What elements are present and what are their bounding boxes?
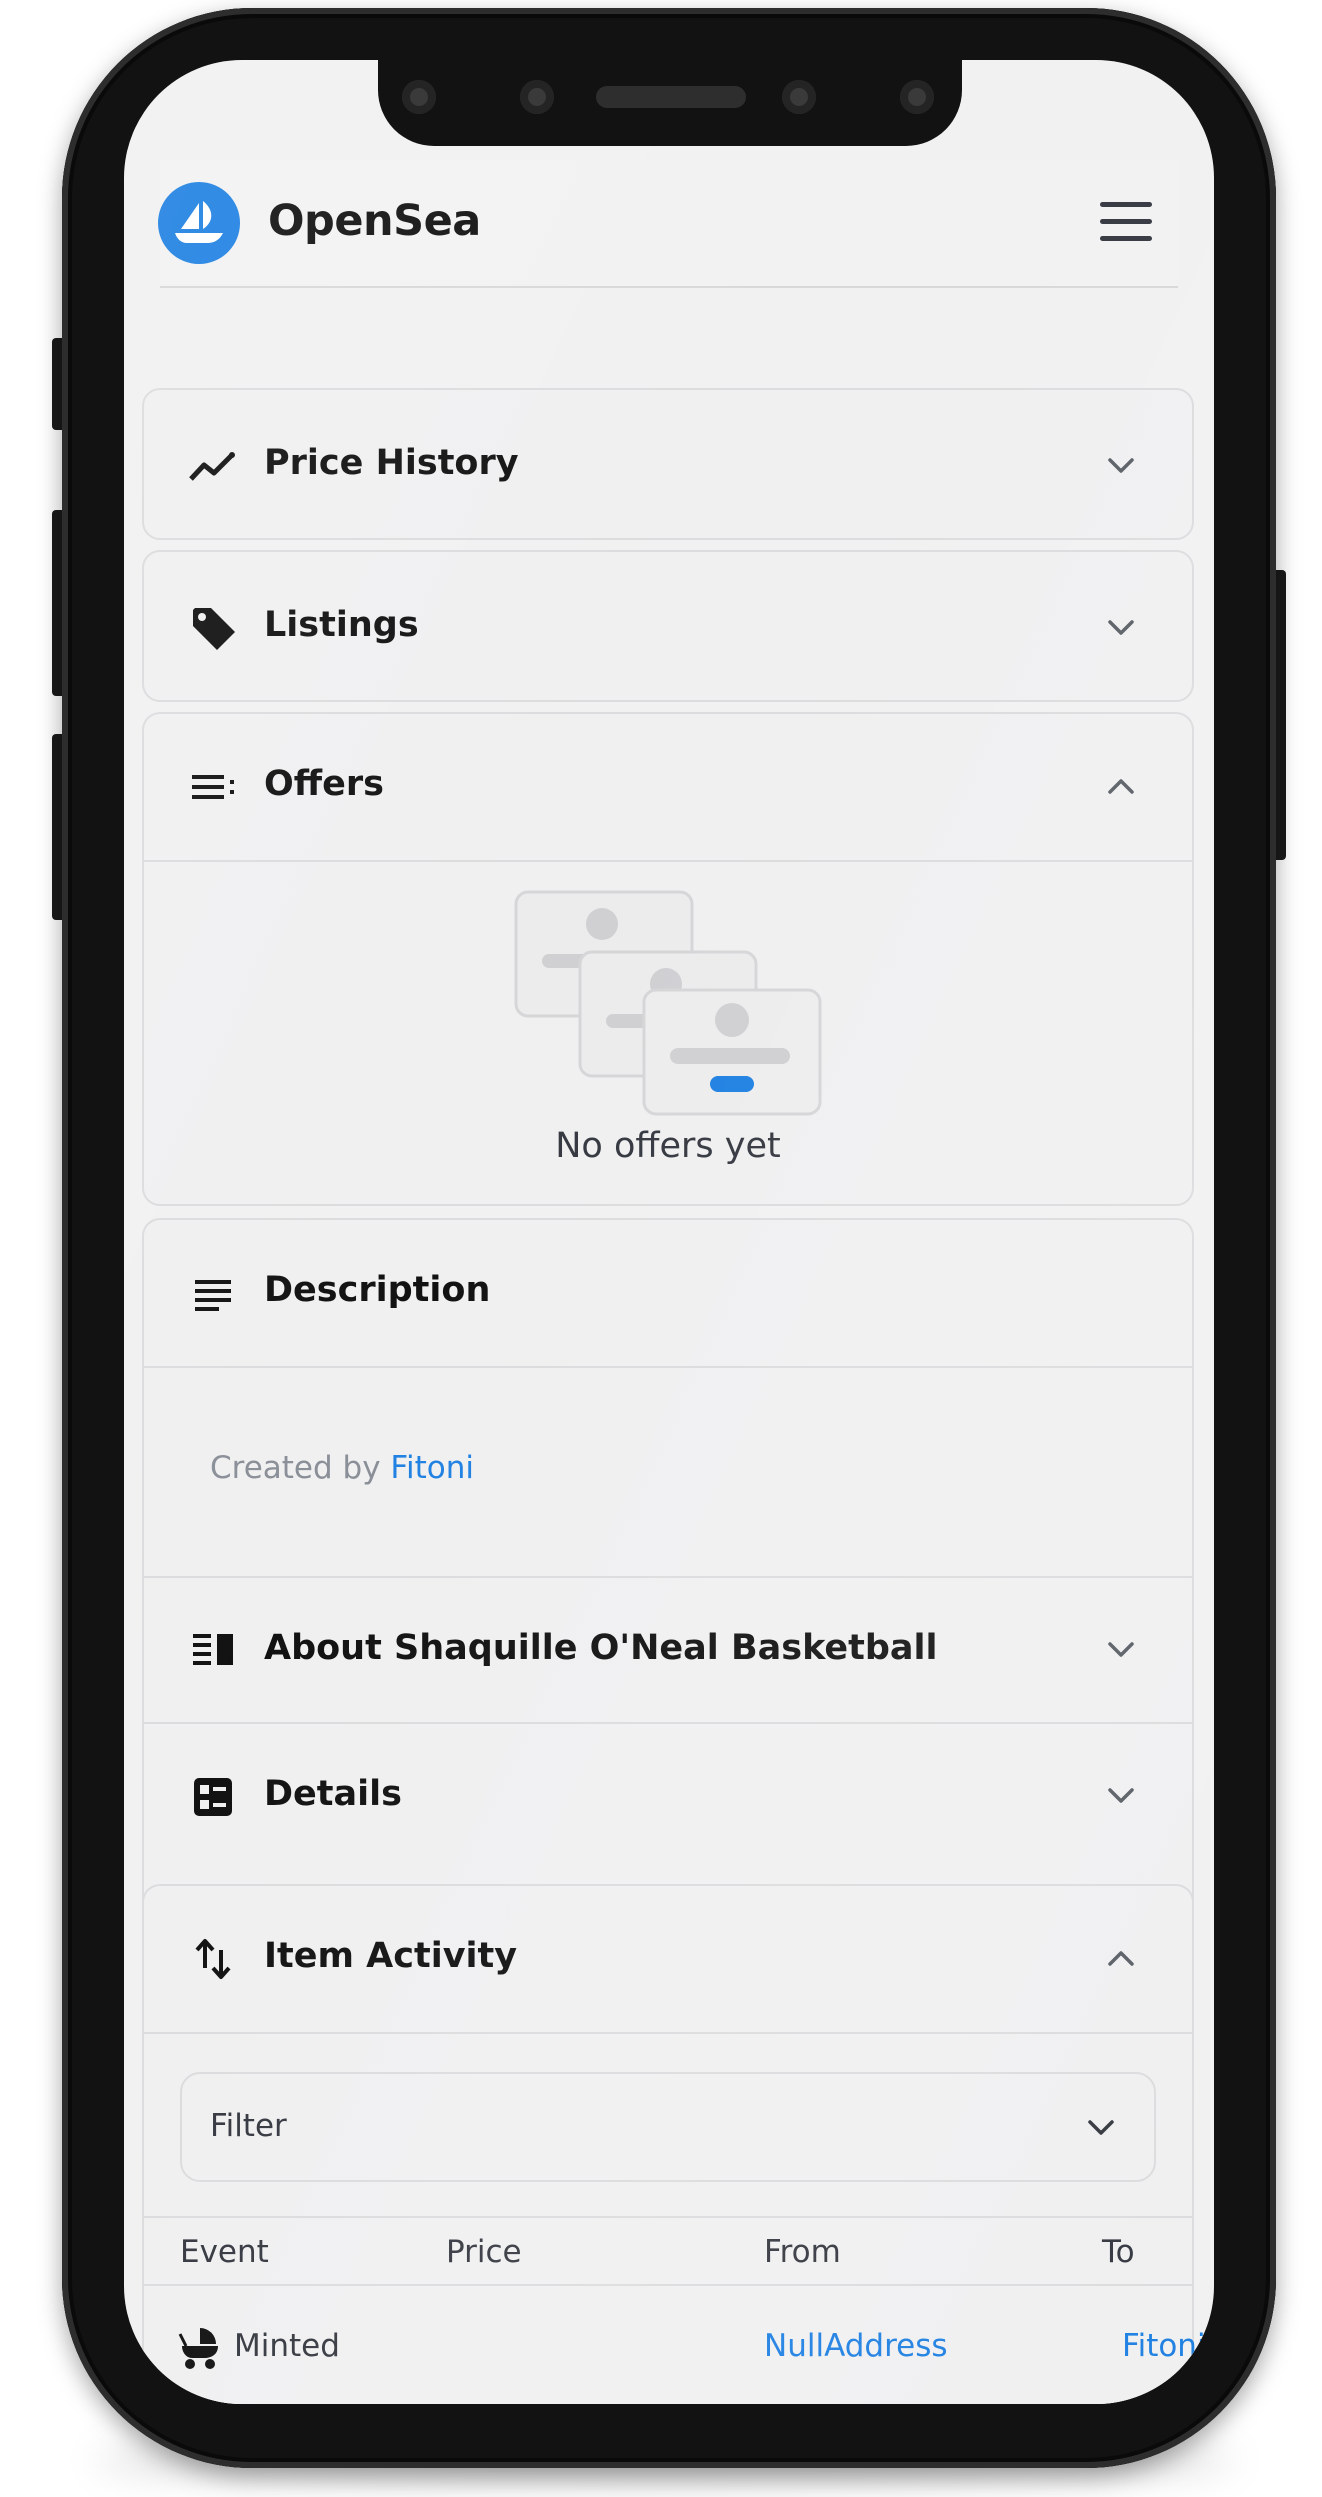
creator-link[interactable]: Fitoni xyxy=(390,1450,474,1486)
hamburger-menu-icon[interactable] xyxy=(1100,202,1152,242)
item-activity-body: Filter Event Price From To Minted NullAd… xyxy=(144,2032,1206,2404)
column-header-price: Price xyxy=(446,2234,522,2270)
chevron-up-icon[interactable] xyxy=(1106,1948,1136,1968)
offers-header[interactable]: Offers xyxy=(144,714,1192,860)
offers-body: No offers yet xyxy=(144,860,1192,1206)
front-sensor xyxy=(520,80,554,114)
description-header: Description xyxy=(144,1220,1192,1366)
chevron-down-icon[interactable] xyxy=(1106,1786,1136,1806)
chevron-down-icon[interactable] xyxy=(1106,618,1136,638)
chevron-down-icon[interactable] xyxy=(1106,456,1136,476)
filter-label: Filter xyxy=(210,2108,287,2144)
stroller-icon xyxy=(178,2328,218,2369)
chevron-down-icon[interactable] xyxy=(1106,1640,1136,1660)
chevron-down-icon xyxy=(1088,2120,1114,2135)
activity-filter-select[interactable]: Filter xyxy=(180,2072,1156,2182)
phone-notch xyxy=(378,60,962,146)
details-title: Details xyxy=(264,1774,402,1814)
details-panel: Details xyxy=(144,1722,1192,1870)
description-title: Description xyxy=(264,1270,491,1310)
about-header[interactable]: About Shaquille O'Neal Basketball xyxy=(144,1578,1192,1724)
tag-icon xyxy=(188,603,238,653)
listings-panel: Listings xyxy=(142,550,1194,702)
brand-name[interactable]: OpenSea xyxy=(268,196,481,246)
app-header: OpenSea xyxy=(158,160,1178,288)
text-lines-icon xyxy=(188,1270,238,1320)
event-cell: Minted xyxy=(234,2328,340,2364)
listings-title: Listings xyxy=(264,605,419,645)
table-top-divider xyxy=(144,2216,1192,2218)
details-grid-icon xyxy=(188,1772,238,1822)
about-panel: About Shaquille O'Neal Basketball xyxy=(144,1576,1192,1724)
swap-arrows-icon xyxy=(188,1934,238,1984)
offers-list-icon xyxy=(188,762,238,812)
created-by-prefix: Created by xyxy=(210,1450,381,1486)
column-header-event: Event xyxy=(180,2234,269,2270)
front-sensor xyxy=(900,80,934,114)
created-by-text: Created by Fitoni xyxy=(210,1450,474,1486)
about-title: About Shaquille O'Neal Basketball xyxy=(264,1628,938,1668)
offers-title: Offers xyxy=(264,764,384,804)
item-activity-title: Item Activity xyxy=(264,1936,518,1976)
empty-offers-illustration xyxy=(514,890,822,1116)
price-history-title: Price History xyxy=(264,443,519,483)
opensea-ship-icon[interactable] xyxy=(158,182,240,264)
listings-header[interactable]: Listings xyxy=(144,552,1192,704)
to-address-link[interactable]: Fitoni xyxy=(1122,2328,1206,2364)
details-header[interactable]: Details xyxy=(144,1724,1192,1870)
item-activity-panel: Item Activity Filter Event Price From To xyxy=(142,1884,1206,2404)
price-history-header[interactable]: Price History xyxy=(144,390,1192,542)
table-row: Minted NullAddress Fitoni xyxy=(144,2286,1206,2404)
column-header-to: To xyxy=(1102,2234,1135,2270)
front-camera xyxy=(782,80,816,114)
chevron-up-icon[interactable] xyxy=(1106,776,1136,796)
trend-line-icon xyxy=(188,441,238,491)
column-header-from: From xyxy=(764,2234,841,2270)
price-history-panel: Price History xyxy=(142,388,1194,540)
offers-panel: Offers No offers yet xyxy=(142,712,1194,1206)
item-activity-header[interactable]: Item Activity xyxy=(144,1886,1192,2032)
no-offers-text: No offers yet xyxy=(555,1126,781,1166)
earpiece-speaker xyxy=(596,86,746,108)
front-sensor xyxy=(402,80,436,114)
from-address-link[interactable]: NullAddress xyxy=(764,2328,948,2364)
about-collection-icon xyxy=(188,1626,238,1676)
description-body: Created by Fitoni xyxy=(144,1366,1192,1578)
phone-screen: OpenSea Price History Listings Offers No… xyxy=(124,60,1214,2404)
